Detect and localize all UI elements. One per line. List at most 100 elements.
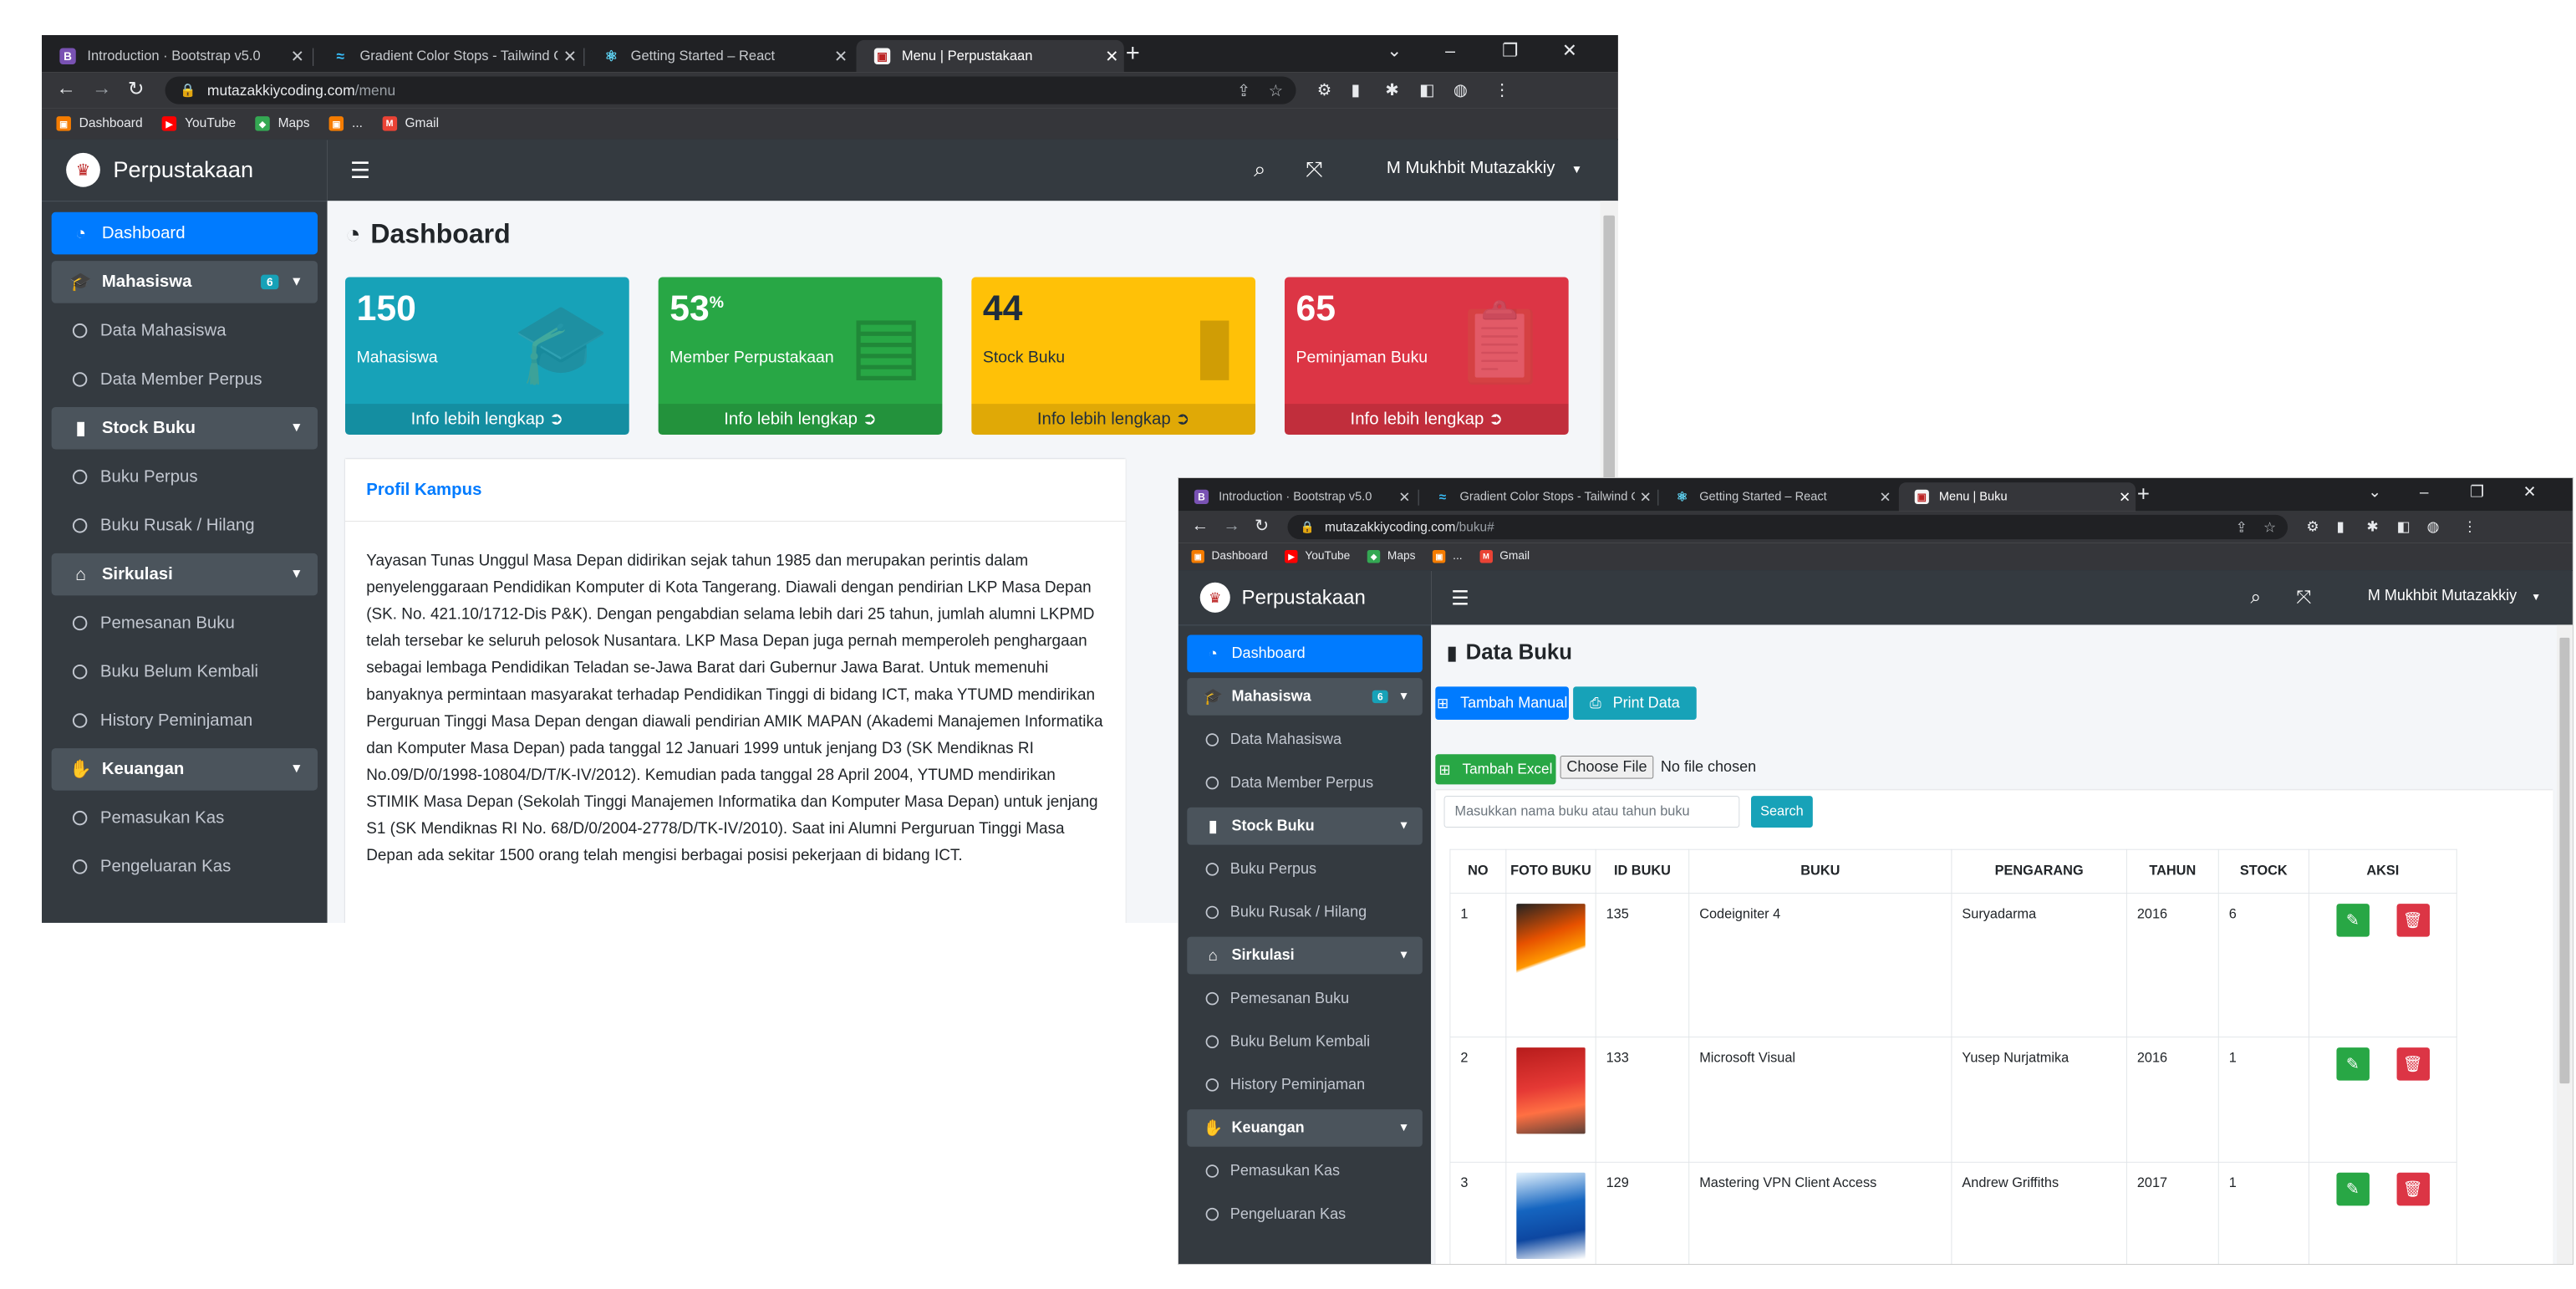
search-icon[interactable]: ⌕ — [2250, 586, 2261, 609]
extension-icon[interactable]: ⚙ — [1317, 79, 1331, 99]
bookmark-other[interactable]: ▣... — [1433, 550, 1463, 563]
info-link[interactable]: Info lebih lengkap ➲ — [971, 404, 1256, 436]
sidebar-item-belum-kembali[interactable]: Buku Belum Kembali — [52, 650, 318, 693]
print-data-button[interactable]: ⎙ Print Data — [1573, 686, 1697, 720]
forward-icon[interactable]: → — [92, 78, 111, 100]
edit-button[interactable]: ✎ — [2336, 904, 2370, 937]
info-link[interactable]: Info lebih lengkap ➲ — [1284, 404, 1569, 436]
tab-bootstrap[interactable]: B Introduction · Bootstrap v5.0 ✕ — [1179, 482, 1415, 511]
close-window-icon[interactable]: ✕ — [2523, 482, 2537, 501]
scrollbar[interactable] — [2556, 624, 2573, 1264]
puzzle-icon[interactable]: ✱ — [1385, 79, 1398, 99]
tab-search-icon[interactable]: ⌄ — [2368, 482, 2381, 501]
close-tab-icon[interactable]: ✕ — [1100, 46, 1124, 66]
share-icon[interactable]: ⇪ — [2236, 518, 2248, 537]
reload-icon[interactable]: ↻ — [1255, 516, 1269, 537]
bookmark-gmail[interactable]: M Gmail — [382, 116, 439, 131]
choose-file-button[interactable]: Choose File — [1560, 755, 1654, 779]
sidebar-item-buku-perpus[interactable]: Buku Perpus — [52, 456, 318, 498]
delete-button[interactable]: 🗑 — [2396, 1172, 2430, 1206]
file-input[interactable]: Choose File No file chosen — [1560, 755, 1756, 779]
sidebar-group-mahasiswa[interactable]: 🎓 Mahasiswa 6 ▼ — [51, 261, 318, 303]
sidebar-item-history[interactable]: History Peminjaman — [1187, 1066, 1423, 1103]
delete-button[interactable]: 🗑 — [2396, 1047, 2430, 1081]
info-link[interactable]: Info lebih lengkap ➲ — [658, 404, 943, 436]
forward-icon[interactable]: → — [1223, 516, 1240, 536]
close-tab-icon[interactable]: ✕ — [1394, 488, 1416, 507]
extension-icon[interactable]: ⚙ — [2306, 517, 2319, 536]
profile-avatar-icon[interactable]: ◍ — [1453, 79, 1468, 99]
tab-active[interactable]: ▣ Menu | Perpustakaan ✕ — [856, 39, 1124, 73]
back-icon[interactable]: ← — [1191, 516, 1209, 536]
search-icon[interactable]: ⌕ — [1254, 157, 1265, 183]
brand[interactable]: ♛ Perpustakaan — [1179, 570, 1432, 626]
tab-active[interactable]: ▣ Menu | Buku ✕ — [1898, 482, 2136, 512]
menu-dots-icon[interactable]: ⋮ — [2463, 517, 2477, 536]
edit-button[interactable]: ✎ — [2336, 1047, 2370, 1081]
hamburger-menu-icon[interactable]: ☰ — [350, 157, 370, 184]
sidebar-item-belum-kembali[interactable]: Buku Belum Kembali — [1187, 1023, 1423, 1061]
sidebar-item-pemesanan[interactable]: Pemesanan Buku — [52, 602, 318, 644]
sidebar-group-keuangan[interactable]: ✋ Keuangan ▼ — [51, 748, 318, 791]
hamburger-menu-icon[interactable]: ☰ — [1451, 586, 1469, 609]
sidebar-item-buku-perpus[interactable]: Buku Perpus — [1187, 850, 1423, 888]
sidebar-item-data-mahasiswa[interactable]: Data Mahasiswa — [52, 309, 318, 352]
sidepanel-icon[interactable]: ◧ — [2397, 517, 2411, 536]
info-link[interactable]: Info lebih lengkap ➲ — [345, 404, 629, 436]
minimize-icon[interactable]: – — [1445, 40, 1455, 61]
menu-dots-icon[interactable]: ⋮ — [1494, 79, 1509, 99]
search-input[interactable]: Masukkan nama buku atau tahun buku — [1443, 796, 1740, 828]
sidebar-item-pemesanan[interactable]: Pemesanan Buku — [1187, 980, 1423, 1017]
user-menu[interactable]: M Mukhbit Mutazakkiy ▼ — [2368, 588, 2541, 605]
close-tab-icon[interactable]: ✕ — [557, 46, 582, 66]
brand[interactable]: ♛ Perpustakaan — [42, 139, 328, 202]
sidebar-item-buku-rusak[interactable]: Buku Rusak / Hilang — [1187, 894, 1423, 931]
back-icon[interactable]: ← — [56, 78, 75, 100]
sidebar-item-data-member[interactable]: Data Member Perpus — [1187, 764, 1423, 802]
profile-avatar-icon[interactable]: ◍ — [2427, 517, 2440, 536]
bookmark-youtube[interactable]: ▶ YouTube — [161, 116, 236, 131]
sidebar-group-sirkulasi[interactable]: ⌂ Sirkulasi ▼ — [51, 553, 318, 596]
tab-react[interactable]: ⚛ Getting Started – React ✕ — [585, 40, 853, 73]
fullscreen-icon[interactable]: ⤧ — [2296, 586, 2311, 609]
sidebar-item-pemasukan[interactable]: Pemasukan Kas — [52, 797, 318, 839]
sidebar-item-history[interactable]: History Peminjaman — [52, 700, 318, 742]
url-bar[interactable]: 🔒 mutazakkiycoding.com/menu ⇪ ☆ — [165, 76, 1296, 104]
extension-icon[interactable]: ▮ — [1352, 79, 1361, 99]
bookmark-youtube[interactable]: ▶ YouTube — [1285, 550, 1350, 563]
user-menu[interactable]: M Mukhbit Mutazakkiy ▼ — [1387, 159, 1582, 178]
sidebar-group-keuangan[interactable]: ✋ Keuangan ▼ — [1187, 1109, 1423, 1147]
tab-tailwind[interactable]: ≈ Gradient Color Stops - Tailwind C ✕ — [1419, 482, 1656, 511]
new-tab-icon[interactable]: + — [2137, 483, 2150, 506]
sidebar-group-stock-buku[interactable]: ▮ Stock Buku ▼ — [51, 406, 318, 450]
sidebar-item-pengeluaran[interactable]: Pengeluaran Kas — [1187, 1195, 1423, 1233]
sidebar-item-dashboard[interactable]: ◔ Dashboard — [1187, 634, 1423, 673]
close-tab-icon[interactable]: ✕ — [2114, 488, 2136, 507]
tambah-manual-button[interactable]: ⊞ Tambah Manual — [1435, 686, 1569, 720]
url-bar[interactable]: 🔒 mutazakkiycoding.com/buku# ⇪ ☆ — [1287, 514, 2288, 540]
bookmark-gmail[interactable]: M Gmail — [1479, 550, 1530, 563]
sidebar-item-buku-rusak[interactable]: Buku Rusak / Hilang — [52, 505, 318, 548]
new-tab-icon[interactable]: + — [1126, 41, 1140, 66]
close-tab-icon[interactable]: ✕ — [1875, 488, 1896, 507]
tab-search-icon[interactable]: ⌄ — [1387, 40, 1402, 61]
edit-button[interactable]: ✎ — [2336, 1172, 2370, 1206]
delete-button[interactable]: 🗑 — [2396, 904, 2430, 937]
share-icon[interactable]: ⇪ — [1237, 80, 1250, 100]
bookmark-other[interactable]: ▣... — [328, 116, 363, 131]
sidebar-group-sirkulasi[interactable]: ⌂ Sirkulasi ▼ — [1187, 936, 1423, 975]
bookmark-maps[interactable]: ◆ Maps — [255, 116, 310, 131]
close-tab-icon[interactable]: ✕ — [285, 46, 309, 66]
sidebar-group-stock-buku[interactable]: ▮ Stock Buku ▼ — [1187, 807, 1423, 845]
close-window-icon[interactable]: ✕ — [1562, 40, 1577, 61]
bookmark-star-icon[interactable]: ☆ — [2263, 518, 2276, 537]
extension-icon[interactable]: ▮ — [2336, 517, 2344, 536]
sidebar-item-pengeluaran[interactable]: Pengeluaran Kas — [52, 846, 318, 889]
sidebar-item-data-member[interactable]: Data Member Perpus — [52, 359, 318, 401]
tab-react[interactable]: ⚛ Getting Started – React ✕ — [1659, 482, 1896, 511]
sidepanel-icon[interactable]: ◧ — [1419, 79, 1434, 99]
sidebar-item-pemasukan[interactable]: Pemasukan Kas — [1187, 1153, 1423, 1190]
tab-tailwind[interactable]: ≈ Gradient Color Stops - Tailwind C ✕ — [314, 40, 582, 73]
tambah-excel-button[interactable]: ⊞ Tambah Excel — [1435, 754, 1556, 785]
puzzle-icon[interactable]: ✱ — [2367, 517, 2379, 536]
